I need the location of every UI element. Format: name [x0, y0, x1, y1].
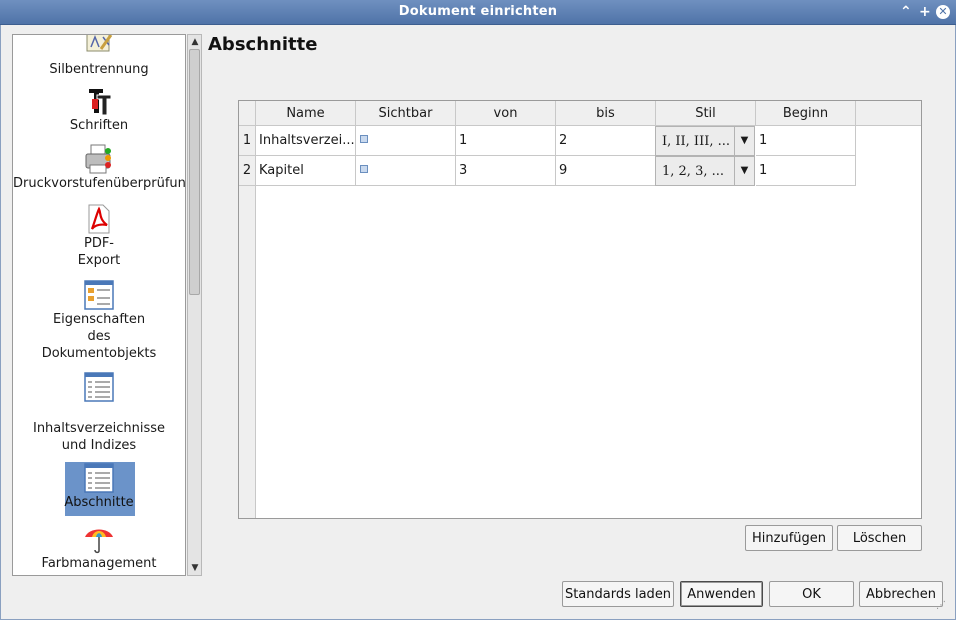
sidebar-item-label: Farbmanagement	[41, 556, 157, 571]
name-cell[interactable]: Kapitel	[256, 156, 356, 186]
scrollbar-thumb[interactable]	[189, 49, 200, 295]
close-icon[interactable]: ✕	[936, 5, 950, 19]
color-management-icon	[85, 529, 113, 554]
chevron-down-icon[interactable]: ▼	[734, 157, 754, 185]
name-cell[interactable]: Inhaltsverzei...	[256, 126, 356, 156]
preflight-printer-icon	[85, 144, 111, 174]
maximize-icon[interactable]: +	[919, 4, 931, 20]
sidebar-item-label: Dokumentobjekts	[41, 346, 157, 361]
sidebar-item-label: Inhaltsverzeichnisse	[32, 421, 165, 436]
toc-icon	[84, 372, 114, 402]
from-cell[interactable]: 1	[456, 126, 556, 156]
sections-icon	[84, 463, 114, 493]
sidebar-item-pdf-export[interactable]: PDF- Export	[13, 203, 185, 269]
column-header-from[interactable]: von	[456, 101, 556, 126]
row-number[interactable]: 2	[239, 156, 256, 186]
style-dropdown-value: 1, 2, 3, ...	[662, 164, 725, 179]
visible-cell[interactable]	[356, 126, 456, 156]
sidebar-item-label: Abschnitte	[64, 495, 134, 510]
page-title: Abschnitte	[208, 34, 318, 55]
from-cell[interactable]: 3	[456, 156, 556, 186]
to-cell[interactable]: 2	[556, 126, 656, 156]
sidebar-item-sections[interactable]: Abschnitte	[13, 462, 185, 516]
delete-section-button[interactable]: Löschen	[837, 525, 922, 551]
add-section-button[interactable]: Hinzufügen	[745, 525, 833, 551]
chevron-down-icon[interactable]: ▼	[734, 127, 754, 155]
sidebar-item-label: und Indizes	[61, 438, 137, 453]
column-header-start[interactable]: Beginn	[756, 101, 856, 126]
ok-button[interactable]: OK	[769, 581, 854, 607]
resize-grip-icon[interactable]: ⋰	[936, 600, 946, 611]
column-header-visible[interactable]: Sichtbar	[356, 101, 456, 126]
sidebar-item-label: Druckvorstufenüberprüfung	[13, 176, 186, 191]
sidebar-item-hyphenation[interactable]: Silbentrennung	[13, 35, 185, 78]
column-header-to[interactable]: bis	[556, 101, 656, 126]
document-properties-icon	[84, 280, 114, 310]
sidebar-item-label: PDF-	[83, 236, 115, 251]
sidebar-item-document-properties[interactable]: Eigenschaften des Dokumentobjekts	[13, 279, 185, 362]
settings-category-list[interactable]: Silbentrennung Schriften Druckvorstufenü…	[12, 34, 186, 576]
sidebar-item-label: des	[87, 329, 111, 344]
visible-checkbox[interactable]	[360, 135, 368, 143]
sidebar-item-color-management[interactable]: Farbmanagement	[13, 523, 185, 572]
sidebar-item-label: Eigenschaften	[52, 312, 146, 327]
sidebar-item-fonts[interactable]: Schriften	[13, 85, 185, 134]
sidebar-item-label: Export	[77, 253, 121, 268]
column-header-name[interactable]: Name	[256, 101, 356, 126]
scroll-up-icon[interactable]: ▲	[190, 37, 200, 47]
pdf-icon	[88, 204, 110, 234]
visible-checkbox[interactable]	[360, 165, 368, 173]
row-number[interactable]: 1	[239, 126, 256, 156]
apply-button[interactable]: Anwenden	[680, 581, 763, 607]
to-cell[interactable]: 9	[556, 156, 656, 186]
fonts-icon	[89, 89, 112, 116]
window-titlebar: Dokument einrichten ⌃ + ✕	[0, 0, 956, 25]
table-header: Name Sichtbar von bis Stil Beginn	[239, 101, 921, 126]
visible-cell[interactable]	[356, 156, 456, 186]
hyphenation-icon	[86, 35, 113, 52]
style-dropdown[interactable]: I, II, III, ... ▼	[655, 126, 755, 156]
window-title: Dokument einrichten	[398, 4, 558, 19]
start-cell[interactable]: 1	[756, 126, 856, 156]
cancel-button[interactable]: Abbrechen	[859, 581, 943, 607]
sidebar-item-toc-indexes[interactable]: Inhaltsverzeichnisse und Indizes	[13, 371, 185, 454]
load-defaults-button[interactable]: Standards laden	[562, 581, 674, 607]
sidebar-item-label: Schriften	[69, 118, 129, 133]
sidebar-item-preflight[interactable]: Druckvorstufenüberprüfung	[13, 143, 185, 192]
scroll-down-icon[interactable]: ▼	[190, 563, 200, 573]
style-dropdown[interactable]: 1, 2, 3, ... ▼	[655, 156, 755, 186]
style-dropdown-value: I, II, III, ...	[662, 134, 731, 149]
sidebar-scrollbar[interactable]: ▲ ▼	[187, 34, 202, 576]
minimize-icon[interactable]: ⌃	[900, 4, 912, 20]
sections-table[interactable]: Name Sichtbar von bis Stil Beginn 1 Inha…	[238, 100, 922, 519]
corner-cell	[239, 101, 256, 126]
start-cell[interactable]: 1	[756, 156, 856, 186]
sidebar-item-label: Silbentrennung	[49, 62, 149, 77]
column-header-style[interactable]: Stil	[656, 101, 756, 126]
